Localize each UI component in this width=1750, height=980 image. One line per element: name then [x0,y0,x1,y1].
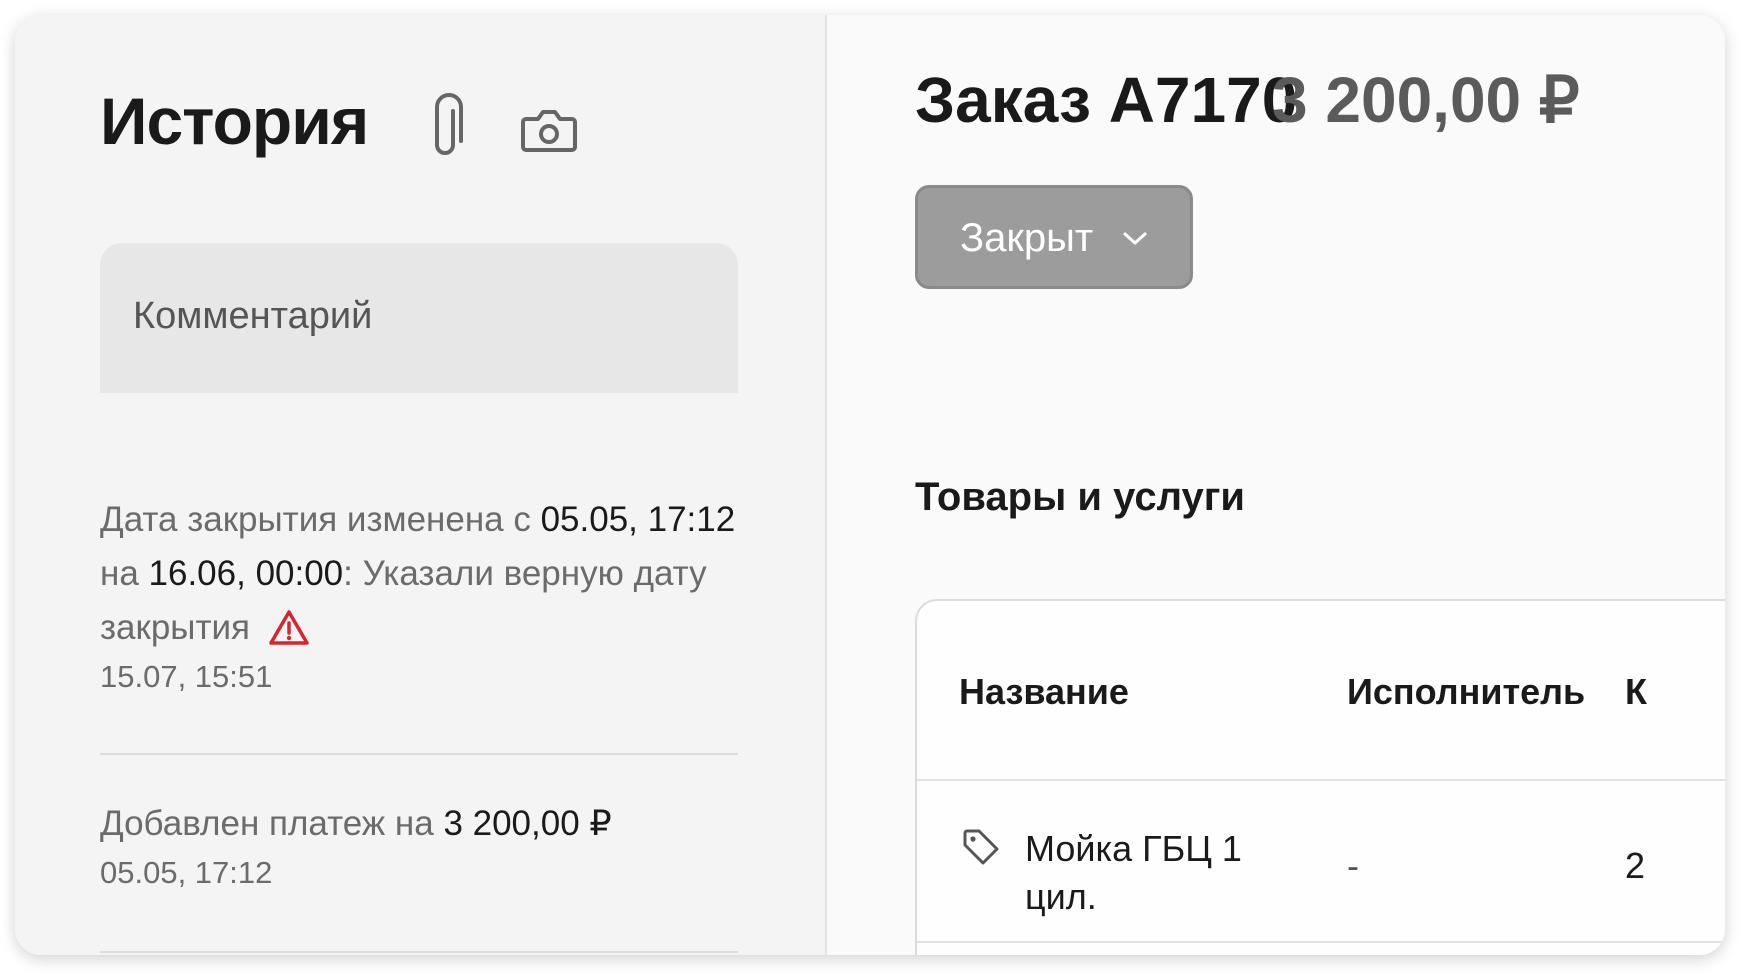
paperclip-icon[interactable] [425,93,465,163]
column-header-quantity[interactable]: К [1625,671,1647,713]
section-title: Товары и услуги [915,475,1245,519]
entry-value: 3 200,00 ₽ [443,804,612,843]
app-window: История Комментарий Дата закрытия измене… [15,15,1725,955]
entry-text: закрытия [100,608,250,647]
item-performer: - [1347,845,1359,886]
row-divider [917,779,1725,781]
entry-new-value: 16.06, 00:00 [148,554,344,593]
tag-icon [963,829,999,865]
divider [100,951,738,953]
camera-icon[interactable] [520,105,578,155]
entry-text: : Указали верную дату [343,554,707,593]
column-header-name[interactable]: Название [959,671,1129,713]
divider [100,753,738,755]
item-name-line: цил. [1025,876,1097,917]
history-panel: История Комментарий Дата закрытия измене… [15,15,825,955]
history-entry: Дата закрытия изменена с 05.05, 17:12 на… [100,493,740,697]
chevron-down-icon [1123,232,1147,245]
history-entry-text: Дата закрытия изменена с 05.05, 17:12 [100,493,740,547]
column-header-performer[interactable]: Исполнитель [1347,671,1585,713]
history-timestamp: 15.07, 15:51 [100,659,273,694]
history-entry-text: Добавлен платеж на 3 200,00 ₽ [100,797,740,851]
history-timestamp: 05.05, 17:12 [100,855,273,890]
entry-text: Добавлен платеж на [100,804,444,843]
items-table: Название Исполнитель К Мойка ГБЦ 1 цил. … [915,599,1725,955]
history-entry: Добавлен платеж на 3 200,00 ₽ 05.05, 17:… [100,797,740,893]
row-divider [917,941,1725,943]
status-dropdown[interactable]: Закрыт [915,185,1193,289]
comment-placeholder: Комментарий [133,295,373,337]
item-name-line: Мойка ГБЦ 1 [1025,828,1242,869]
item-name[interactable]: Мойка ГБЦ 1 цил. [1025,825,1285,921]
order-panel: Заказ A7170 3 200,00 ₽ Закрыт Товары и у… [827,15,1725,955]
comment-input[interactable]: Комментарий [100,243,738,393]
status-label: Закрыт [960,216,1094,260]
entry-old-value: 05.05, 17:12 [540,500,736,539]
entry-text: на [100,554,149,593]
history-entry-text: закрытия [100,601,740,655]
history-title: История [100,84,369,158]
item-quantity: 2 [1625,845,1646,886]
order-title: Заказ A7170 [915,64,1298,136]
order-amount: 3 200,00 ₽ [1272,64,1580,136]
warning-icon[interactable] [268,609,310,647]
history-entry-text: на 16.06, 00:00: Указали верную дату [100,547,740,601]
entry-text: Дата закрытия изменена с [100,500,541,539]
